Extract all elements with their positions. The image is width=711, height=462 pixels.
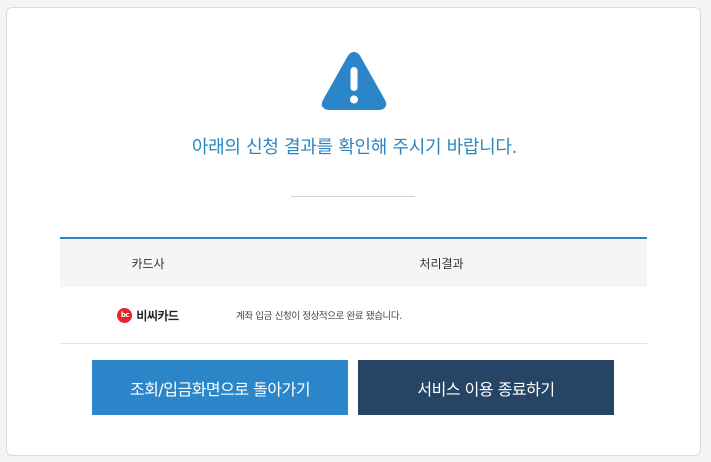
header-result: 처리결과 xyxy=(419,256,464,271)
exit-service-button[interactable]: 서비스 이용 종료하기 xyxy=(358,360,614,415)
divider xyxy=(291,196,415,197)
header-card-company: 카드사 xyxy=(131,256,165,271)
result-panel: 아래의 신청 결과를 확인해 주시기 바랍니다. 카드사 처리결과 bc 비씨카… xyxy=(6,7,701,456)
result-headline: 아래의 신청 결과를 확인해 주시기 바랍니다. xyxy=(191,137,518,158)
table-header: 카드사 처리결과 xyxy=(60,239,647,287)
bc-card-logo-icon: bc xyxy=(117,307,133,323)
warning-icon xyxy=(321,52,387,110)
card-company-cell: bc 비씨카드 xyxy=(60,307,236,324)
table-row: bc 비씨카드 계좌 입금 신청이 정상적으로 완료 됐습니다. xyxy=(60,287,647,344)
back-to-inquiry-button[interactable]: 조회/입금화면으로 돌아가기 xyxy=(92,360,348,415)
result-table: 카드사 처리결과 bc 비씨카드 계좌 입금 신청이 정상적으로 완료 됐습니다… xyxy=(60,237,647,344)
result-text: 계좌 입금 신청이 정상적으로 완료 됐습니다. xyxy=(236,311,402,322)
card-company-name: 비씨카드 xyxy=(136,308,179,323)
